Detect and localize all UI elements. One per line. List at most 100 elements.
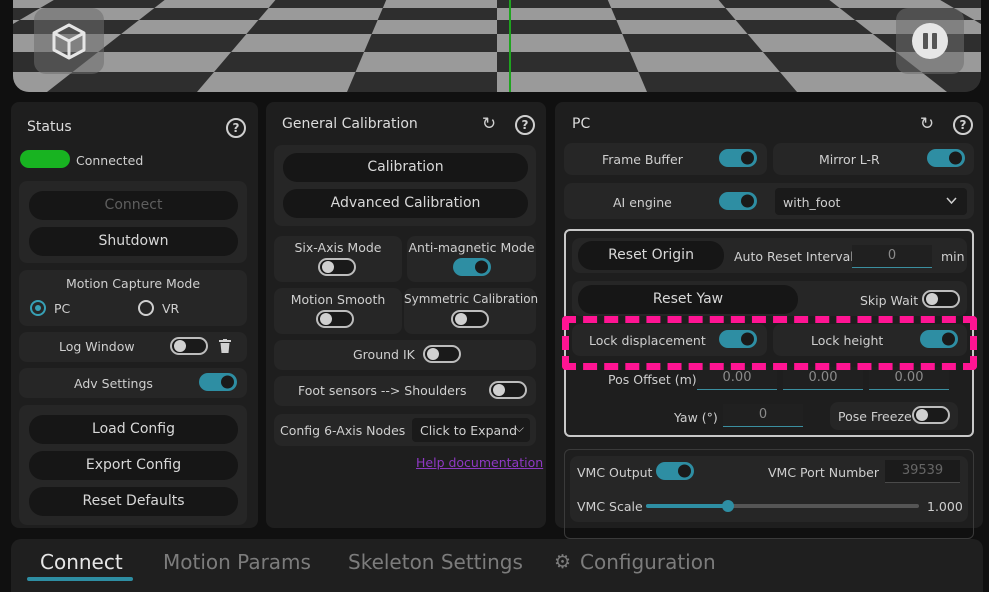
floor-tile bbox=[258, 8, 383, 20]
pause-button[interactable] bbox=[896, 8, 964, 74]
mode-vr-radio[interactable] bbox=[138, 300, 154, 316]
foot-sensors-toggle[interactable] bbox=[489, 381, 527, 399]
config-nodes-dropdown[interactable]: Click to Expand ⌵ bbox=[412, 418, 530, 442]
vmc-port-label: VMC Port Number bbox=[768, 465, 880, 480]
refresh-icon[interactable]: ↻ bbox=[918, 115, 936, 133]
adv-settings-label: Adv Settings bbox=[74, 376, 153, 391]
yaw-label: Yaw (°) bbox=[674, 410, 718, 425]
floor-tile bbox=[747, 34, 896, 52]
reset-yaw-button[interactable]: Reset Yaw bbox=[578, 285, 798, 314]
mode-pc-label: PC bbox=[54, 301, 71, 316]
floor-tile bbox=[607, 0, 726, 8]
shutdown-button[interactable]: Shutdown bbox=[29, 227, 238, 256]
calibration-button[interactable]: Calibration bbox=[283, 153, 528, 182]
ground-ik-toggle[interactable] bbox=[423, 345, 461, 363]
skip-wait-toggle[interactable] bbox=[922, 290, 960, 308]
export-config-button[interactable]: Export Config bbox=[29, 451, 238, 480]
vmc-scale-handle[interactable] bbox=[721, 500, 734, 512]
auto-reset-unit: min bbox=[941, 249, 965, 264]
frame-buffer-label: Frame Buffer bbox=[602, 152, 683, 167]
pose-freeze-toggle[interactable] bbox=[912, 406, 950, 424]
motion-smooth-label: Motion Smooth bbox=[290, 292, 386, 307]
chevron-down-icon: ⌵ bbox=[514, 421, 524, 435]
six-axis-toggle[interactable] bbox=[318, 258, 356, 276]
floor-tile bbox=[497, 8, 617, 20]
pause-icon bbox=[912, 23, 948, 59]
tab-skeleton-settings[interactable]: Skeleton Settings bbox=[348, 550, 523, 574]
highlight-annotation bbox=[562, 316, 977, 370]
mode-vr-label: VR bbox=[162, 301, 180, 316]
six-axis-label: Six-Axis Mode bbox=[294, 240, 382, 255]
ai-engine-label: AI engine bbox=[613, 195, 672, 210]
log-window-toggle[interactable] bbox=[170, 337, 208, 355]
floor-tile bbox=[371, 20, 497, 34]
mirror-toggle[interactable] bbox=[927, 149, 965, 167]
pos-offset-x-input[interactable]: 0.00 bbox=[697, 367, 777, 390]
foot-sensors-label: Foot sensors --> Shoulders bbox=[298, 383, 467, 398]
reset-origin-button[interactable]: Reset Origin bbox=[578, 241, 724, 270]
frame-buffer-toggle[interactable] bbox=[719, 149, 757, 167]
floor-tile bbox=[154, 0, 276, 8]
3d-viewport[interactable] bbox=[13, 0, 981, 92]
gear-icon: ⚙ bbox=[554, 551, 572, 573]
yaw-input[interactable]: 0 bbox=[723, 404, 803, 427]
refresh-icon[interactable]: ↻ bbox=[480, 115, 498, 133]
pc-title: PC bbox=[572, 116, 591, 132]
ai-engine-value: with_foot bbox=[783, 195, 841, 210]
pos-offset-z-input[interactable]: 0.00 bbox=[869, 367, 949, 390]
log-window-label: Log Window bbox=[59, 339, 135, 354]
floor-tile bbox=[616, 20, 748, 34]
tab-connect[interactable]: Connect bbox=[40, 550, 123, 574]
mocap-mode-title: Motion Capture Mode bbox=[65, 276, 201, 291]
cube-icon bbox=[52, 23, 86, 60]
load-config-button[interactable]: Load Config bbox=[29, 415, 238, 444]
help-icon[interactable]: ? bbox=[226, 118, 246, 138]
mirror-label: Mirror L-R bbox=[819, 152, 880, 167]
floor-tile bbox=[629, 52, 780, 72]
floor-tile bbox=[382, 0, 497, 8]
ground-ik-label: Ground IK bbox=[353, 347, 415, 362]
pose-freeze-label: Pose Freeze bbox=[838, 409, 912, 424]
floor-tile bbox=[497, 34, 630, 52]
calibration-title: General Calibration bbox=[282, 116, 418, 132]
anti-magnetic-toggle[interactable] bbox=[453, 258, 491, 276]
auto-reset-label: Auto Reset Interval bbox=[734, 249, 854, 264]
vmc-scale-slider[interactable] bbox=[646, 500, 919, 512]
trash-icon[interactable] bbox=[219, 339, 231, 353]
vmc-port-input[interactable]: 39539 bbox=[885, 460, 960, 483]
floor-tile bbox=[231, 34, 372, 52]
symmetric-calibration-toggle[interactable] bbox=[451, 310, 489, 328]
vmc-scale-label: VMC Scale bbox=[577, 499, 643, 514]
motion-smooth-toggle[interactable] bbox=[316, 310, 354, 328]
help-icon[interactable]: ? bbox=[953, 115, 973, 135]
view-cube-button[interactable] bbox=[34, 8, 104, 74]
status-title: Status bbox=[27, 119, 72, 135]
advanced-calibration-button[interactable]: Advanced Calibration bbox=[283, 189, 528, 218]
floor-tile bbox=[197, 72, 356, 92]
symmetric-calibration-label: Symmetric Calibration bbox=[404, 292, 539, 306]
vmc-scale-value: 1.000 bbox=[927, 499, 963, 514]
vmc-output-toggle[interactable] bbox=[656, 462, 694, 480]
vmc-output-label: VMC Output bbox=[577, 465, 653, 480]
ai-engine-dropdown[interactable]: with_foot bbox=[775, 188, 967, 215]
floor-tile bbox=[355, 52, 497, 72]
config-nodes-label: Config 6-Axis Nodes bbox=[280, 423, 406, 438]
help-icon[interactable]: ? bbox=[515, 115, 535, 135]
anti-magnetic-label: Anti-magnetic Mode bbox=[408, 240, 535, 255]
config-nodes-value: Click to Expand bbox=[420, 423, 518, 438]
adv-settings-toggle[interactable] bbox=[199, 373, 237, 391]
ai-engine-toggle[interactable] bbox=[719, 192, 757, 210]
pos-offset-y-input[interactable]: 0.00 bbox=[783, 367, 863, 390]
tab-configuration[interactable]: Configuration bbox=[580, 550, 716, 574]
connect-button[interactable]: Connect bbox=[29, 191, 238, 220]
mode-pc-radio[interactable] bbox=[30, 300, 46, 316]
connection-indicator bbox=[20, 150, 70, 168]
tab-motion-params[interactable]: Motion Params bbox=[163, 550, 311, 574]
reset-defaults-button[interactable]: Reset Defaults bbox=[29, 487, 238, 516]
connection-status: Connected bbox=[76, 153, 144, 168]
auto-reset-input[interactable]: 0 bbox=[852, 245, 932, 268]
chevron-down-icon bbox=[946, 197, 957, 205]
pos-offset-label: Pos Offset (m) bbox=[608, 372, 697, 387]
help-documentation-link[interactable]: Help documentation bbox=[416, 455, 543, 470]
floor-tile bbox=[497, 72, 647, 92]
